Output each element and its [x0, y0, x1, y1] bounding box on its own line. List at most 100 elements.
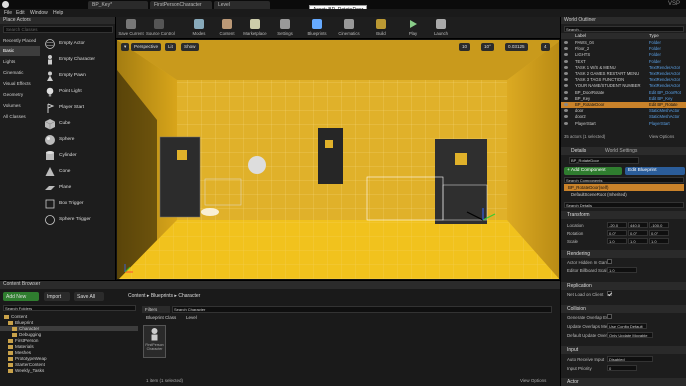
- actor-cube[interactable]: Cube: [42, 116, 116, 132]
- tab-level[interactable]: Level: [214, 1, 270, 9]
- category-cinematic[interactable]: Cinematic: [0, 68, 40, 78]
- menu-edit[interactable]: Edit: [16, 10, 25, 16]
- category-geometry[interactable]: Geometry: [0, 90, 40, 100]
- viewport-menu-button[interactable]: ▾: [121, 43, 129, 51]
- eye-icon[interactable]: [564, 84, 568, 88]
- tab-first-person-character[interactable]: FirstPersonCharacter: [150, 1, 212, 9]
- search-folders-input[interactable]: Search Folders: [3, 305, 136, 311]
- outliner-row[interactable]: TASK 3 TAGS FUNCTION TextRenderActor: [561, 77, 686, 83]
- launch-button[interactable]: Launch: [428, 19, 454, 38]
- outliner-row[interactable]: BP_RotateDoor Edit BP_Rotate: [561, 102, 686, 108]
- grid-snap-value[interactable]: 10: [459, 43, 471, 51]
- actor-player-start[interactable]: Player Start: [42, 100, 116, 116]
- tree-blueprint[interactable]: Blueprint: [8, 320, 33, 325]
- tree-prototype-weap[interactable]: PrototypeWeap: [8, 356, 47, 361]
- play-button[interactable]: Play: [400, 19, 426, 38]
- auto-receive-dropdown[interactable]: Disabled: [607, 356, 653, 362]
- actor-plane[interactable]: Plane: [42, 180, 116, 196]
- eye-icon[interactable]: [564, 65, 568, 69]
- tree-debugging[interactable]: Debugging: [12, 332, 41, 337]
- eye-icon[interactable]: [564, 72, 568, 75]
- show-button[interactable]: Show: [181, 43, 199, 51]
- eye-icon[interactable]: [564, 121, 568, 125]
- eye-icon[interactable]: [564, 109, 568, 113]
- outliner-row[interactable]: door StaticMeshActor: [561, 108, 686, 114]
- scale-x-field[interactable]: 1.0: [607, 238, 627, 244]
- save-all-button[interactable]: Save All: [74, 292, 104, 301]
- outliner-row[interactable]: TASK 2 GAMES RESTART MENU TextRenderActor: [561, 71, 686, 77]
- scale-z-field[interactable]: 1.0: [649, 238, 669, 244]
- rotation-x-field[interactable]: 0.0°: [607, 230, 627, 236]
- actor-cone[interactable]: Cone: [42, 164, 116, 180]
- section-transform[interactable]: Transform: [561, 211, 686, 219]
- eye-icon[interactable]: [564, 47, 568, 51]
- menu-window[interactable]: Window: [30, 10, 48, 16]
- section-collision[interactable]: Collision: [561, 305, 686, 313]
- outliner-row[interactable]: PlayerStart PlayerStart: [561, 121, 686, 127]
- eye-icon[interactable]: [564, 96, 568, 100]
- hidden-in-game-checkbox[interactable]: [607, 259, 612, 264]
- breadcrumb-content[interactable]: Content: [128, 293, 146, 299]
- input-priority-field[interactable]: 0: [607, 365, 637, 371]
- tree-weekly-tasks[interactable]: Weekly_Tasks: [8, 368, 44, 373]
- billboard-scale-field[interactable]: 1.0: [607, 267, 637, 273]
- content-view-options[interactable]: View Options: [520, 378, 546, 383]
- eye-icon[interactable]: [564, 78, 568, 82]
- category-volumes[interactable]: Volumes: [0, 101, 40, 111]
- outliner-row[interactable]: TEXT Folder: [561, 59, 686, 65]
- outliner-row[interactable]: BP_DoorRotate Edit BP_DoorRot: [561, 90, 686, 96]
- tree-materials[interactable]: Materials: [8, 344, 34, 349]
- tab-world-settings[interactable]: World Settings: [605, 148, 637, 154]
- menu-file[interactable]: File: [4, 10, 12, 16]
- column-level[interactable]: Level: [186, 315, 197, 320]
- scale-snap-value[interactable]: 0.03125: [505, 43, 528, 51]
- add-new-button[interactable]: Add New: [3, 292, 39, 301]
- outliner-row[interactable]: Floor_2 Folder: [561, 46, 686, 52]
- source-control-button[interactable]: Source Control: [146, 19, 175, 38]
- col-label[interactable]: Label: [575, 33, 586, 38]
- location-z-field[interactable]: -100.0: [649, 222, 669, 228]
- eye-icon[interactable]: [564, 115, 568, 119]
- menu-help[interactable]: Help: [53, 10, 63, 16]
- location-x-field[interactable]: -20.0: [607, 222, 627, 228]
- actor-cylinder[interactable]: Cylinder: [42, 148, 116, 164]
- lit-button[interactable]: Lit: [165, 43, 176, 51]
- build-button[interactable]: Build: [368, 19, 394, 38]
- category-visual-effects[interactable]: Visual Effects: [0, 79, 40, 89]
- outliner-row[interactable]: TASK 1 W/S & MENU TextRenderActor: [561, 65, 686, 71]
- default-update-dropdown[interactable]: Only Update Movable: [607, 332, 653, 338]
- tree-meshes[interactable]: Meshes: [8, 350, 31, 355]
- eye-icon[interactable]: [564, 41, 568, 44]
- location-y-field[interactable]: 440.0: [628, 222, 648, 228]
- actor-point-light[interactable]: Point Light: [42, 84, 116, 100]
- eye-icon[interactable]: [564, 53, 568, 57]
- actor-empty-pawn[interactable]: Empty Pawn: [42, 68, 116, 84]
- eye-icon[interactable]: [564, 59, 568, 63]
- search-assets-input[interactable]: Search Character: [172, 306, 552, 313]
- blueprints-button[interactable]: Blueprints: [304, 19, 330, 38]
- search-classes-input[interactable]: Search Classes: [3, 26, 113, 33]
- actor-box-trigger[interactable]: Box Trigger: [42, 196, 116, 212]
- breadcrumb-character[interactable]: Character: [178, 293, 200, 299]
- section-replication[interactable]: Replication: [561, 282, 686, 290]
- tab-details[interactable]: Details: [571, 148, 586, 154]
- generate-overlap-checkbox[interactable]: [607, 314, 612, 319]
- save-current-button[interactable]: Save Current: [118, 19, 144, 38]
- tree-first-person[interactable]: FirstPerson: [8, 338, 39, 343]
- net-load-checkbox[interactable]: [607, 291, 612, 296]
- tree-content[interactable]: Content: [4, 314, 27, 319]
- settings-button[interactable]: Settings: [272, 19, 298, 38]
- search-details-input[interactable]: Search Details: [564, 202, 684, 208]
- outliner-row[interactable]: LIGHTS Folder: [561, 52, 686, 58]
- section-actor[interactable]: Actor: [561, 378, 686, 386]
- component-self[interactable]: BP_RotateDoor(self): [564, 184, 684, 191]
- tree-character[interactable]: Character: [0, 326, 138, 331]
- rotation-y-field[interactable]: 0.0°: [628, 230, 648, 236]
- actor-empty-character[interactable]: Empty Character: [42, 52, 116, 68]
- camera-speed-value[interactable]: 4: [541, 43, 550, 51]
- outliner-search-input[interactable]: Search...: [564, 26, 684, 32]
- perspective-button[interactable]: Perspective: [131, 43, 162, 51]
- outliner-row[interactable]: door2 StaticMeshActor: [561, 114, 686, 120]
- modes-button[interactable]: Modes: [186, 19, 212, 38]
- marketplace-button[interactable]: Marketplace: [242, 19, 268, 38]
